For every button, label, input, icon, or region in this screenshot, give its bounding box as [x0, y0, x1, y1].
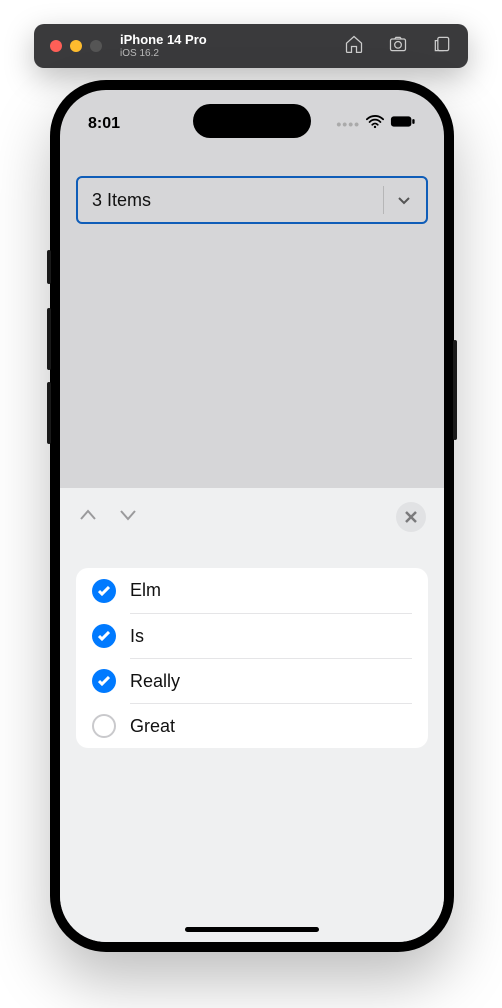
options-list: Elm Is Really Great — [76, 568, 428, 748]
power-button[interactable] — [453, 340, 457, 440]
option-label: Really — [130, 658, 412, 703]
screenshot-icon[interactable] — [388, 34, 408, 59]
option-label: Great — [130, 703, 412, 748]
option-row[interactable]: Elm — [76, 568, 428, 613]
minimize-window-button[interactable] — [70, 40, 82, 52]
option-row[interactable]: Really — [76, 658, 428, 703]
chevron-down-icon — [383, 186, 412, 214]
home-indicator[interactable] — [185, 927, 319, 932]
option-row[interactable]: Great — [76, 703, 428, 748]
home-icon[interactable] — [344, 34, 364, 59]
dynamic-island — [193, 104, 311, 138]
window-controls — [50, 40, 102, 52]
check-icon — [92, 624, 116, 648]
cellular-indicator: •••• — [336, 116, 360, 132]
prev-field-button[interactable] — [78, 508, 98, 527]
option-row[interactable]: Is — [76, 613, 428, 658]
unchecked-icon — [92, 714, 116, 738]
device-name: iPhone 14 Pro — [120, 33, 207, 47]
rotate-icon[interactable] — [432, 34, 452, 59]
wifi-icon — [366, 115, 384, 134]
option-label: Is — [130, 613, 412, 658]
zoom-window-button[interactable] — [90, 40, 102, 52]
mute-switch[interactable] — [47, 250, 51, 284]
input-accessory-bar — [60, 488, 444, 546]
next-field-button[interactable] — [118, 508, 138, 527]
close-picker-button[interactable] — [396, 502, 426, 532]
battery-icon — [390, 115, 416, 133]
multiselect-summary: 3 Items — [92, 190, 151, 211]
close-window-button[interactable] — [50, 40, 62, 52]
volume-down-button[interactable] — [47, 382, 51, 444]
os-version: iOS 16.2 — [120, 48, 207, 59]
status-time: 8:01 — [88, 115, 120, 133]
simulator-title: iPhone 14 Pro iOS 16.2 — [120, 33, 207, 59]
simulator-titlebar: iPhone 14 Pro iOS 16.2 — [34, 24, 468, 68]
check-icon — [92, 579, 116, 603]
option-label: Elm — [130, 568, 412, 613]
volume-up-button[interactable] — [47, 308, 51, 370]
check-icon — [92, 669, 116, 693]
phone-frame: 8:01 •••• 3 Items — [50, 80, 454, 952]
picker-panel: Elm Is Really Great — [60, 488, 444, 942]
multiselect-field[interactable]: 3 Items — [76, 176, 428, 224]
phone-screen: 8:01 •••• 3 Items — [60, 90, 444, 942]
